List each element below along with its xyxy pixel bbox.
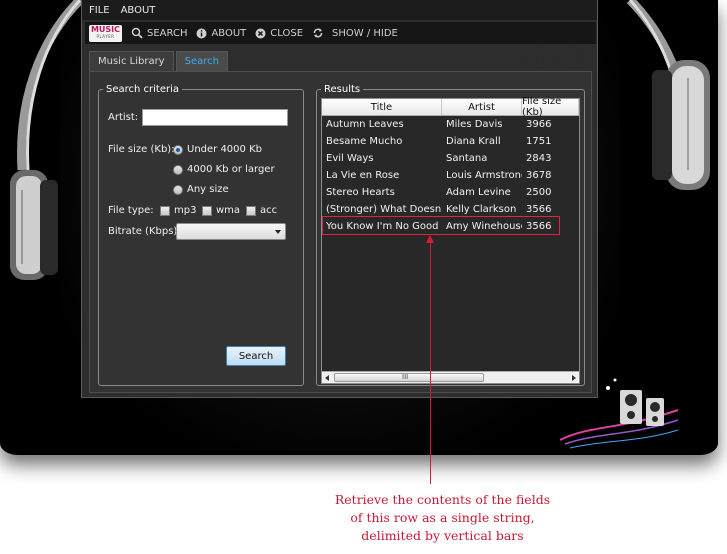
cell-size: 2500 [526,187,552,198]
logo-text-top: MUSIC [90,25,121,34]
cell-artist: Santana [446,153,488,164]
menu-bar: FILE ABOUT [82,0,597,20]
menu-file[interactable]: FILE [89,5,110,16]
checkbox-acc[interactable]: acc [246,205,277,216]
annotation-line-1: Retrieve the contents of the fields [334,492,551,507]
column-header-file-size[interactable]: File size (Kb) [522,96,579,118]
file-size-label: File size (Kb): [108,144,175,155]
file-type-label: File type: [108,205,154,216]
checkbox-icon [160,205,170,216]
scrollbar-grip: III [402,373,409,381]
cell-size: 3966 [526,119,552,130]
cell-artist: Adam Levine [446,187,511,198]
radio-selected-icon [173,144,183,155]
column-header-title[interactable]: Title [322,99,442,115]
svg-text:♪♫♪♫: ♪♫♪♫ [515,43,583,68]
cell-size: 2843 [526,153,552,164]
search-criteria-legend: Search criteria [106,84,180,95]
cell-title: Autumn Leaves [326,119,404,130]
tab-bar: Music Library Search [89,51,228,71]
results-grid: Title Artist File size (Kb) Autumn Leave… [321,96,580,384]
radio-any-size[interactable]: Any size [173,184,229,195]
radio-under-4000[interactable]: Under 4000 Kb [173,144,262,155]
show-hide-toolbar-button[interactable]: SHOW / HIDE [312,27,398,39]
scrollbar-thumb[interactable] [334,373,484,382]
music-notes-decoration: ♪♫♪♫ [515,43,583,68]
checkbox-wma[interactable]: wma [202,205,240,216]
cell-title: (Stronger) What Doesn't K [326,204,442,215]
music-player-logo: MUSIC PLAYER [89,24,122,42]
info-icon [196,28,207,38]
refresh-icon [313,28,323,38]
annotation-callout: Retrieve the contents of the fields of t… [300,491,585,545]
cell-title: Evil Ways [326,153,374,164]
left-headphone-decoration [10,0,84,280]
table-row[interactable]: Stereo Hearts Adam Levine 2500 [322,184,579,201]
toolbar: MUSIC PLAYER SEARCH ABOUT CLOSE SHOW / H… [85,22,596,68]
radio-any-size-label: Any size [187,184,229,195]
checkbox-icon [246,205,256,216]
radio-unselected-icon [173,164,183,175]
annotation-line-3: delimited by vertical bars [361,528,524,543]
logo-text-bottom: PLAYER [96,34,115,39]
scroll-left-arrow-icon[interactable] [325,375,329,381]
table-row[interactable]: Autumn Leaves Miles Davis 3966 [322,116,579,133]
bitrate-select[interactable] [176,223,286,240]
table-row[interactable]: La Vie en Rose Louis Armstrong 3678 [322,167,579,184]
tab-music-library[interactable]: Music Library [89,51,174,71]
about-toolbar-button[interactable]: ABOUT [196,28,246,39]
checkbox-icon [202,205,212,216]
radio-unselected-icon [173,184,183,195]
table-row[interactable]: Besame Mucho Diana Krall 1751 [322,133,579,150]
annotation-arrow-line [430,238,431,484]
search-criteria-group: Search criteria Artist: File size (Kb): … [98,84,304,386]
cell-size: 1751 [526,136,552,147]
cell-artist: Louis Armstrong [446,170,522,181]
cell-artist: Diana Krall [446,136,501,147]
tab-search[interactable]: Search [175,51,228,71]
horizontal-scrollbar[interactable]: III [322,371,579,383]
close-icon [255,28,266,38]
results-group: Results Title Artist File size (Kb) Autu… [316,84,585,386]
search-toolbar-label: SEARCH [147,27,188,39]
checkbox-mp3-label: mp3 [174,205,197,216]
close-toolbar-button[interactable]: CLOSE [255,28,303,39]
checkbox-mp3[interactable]: mp3 [160,205,196,216]
artist-label: Artist: [108,112,139,123]
speakers-decoration [560,378,679,449]
right-headphone-decoration [626,0,710,190]
results-legend: Results [324,84,361,95]
search-toolbar-button[interactable]: SEARCH [131,27,187,39]
close-toolbar-label: CLOSE [270,27,304,39]
checkbox-wma-label: wma [216,205,241,216]
menu-about[interactable]: ABOUT [121,5,156,16]
radio-4000-or-larger[interactable]: 4000 Kb or larger [173,164,275,175]
results-header: Title Artist File size (Kb) [322,96,579,118]
about-toolbar-label: ABOUT [211,27,247,39]
cell-title: Stereo Hearts [326,187,395,198]
checkbox-acc-label: acc [260,205,278,216]
artist-input[interactable] [142,109,288,126]
chevron-down-icon [275,230,281,234]
cell-title: La Vie en Rose [326,170,400,181]
table-row[interactable]: Evil Ways Santana 2843 [322,150,579,167]
cell-artist: Miles Davis [446,119,503,130]
search-button[interactable]: Search [226,346,286,366]
highlighted-row-outline [322,216,560,235]
search-icon [131,27,143,39]
radio-4000-or-larger-label: 4000 Kb or larger [187,164,275,175]
annotation-line-2: of this row as a single string, [350,510,535,525]
bitrate-label: Bitrate (Kbps): [108,226,181,237]
cell-size: 3566 [526,204,552,215]
column-header-artist[interactable]: Artist [442,99,522,115]
show-hide-toolbar-label: SHOW / HIDE [332,27,398,39]
cell-artist: Kelly Clarkson [446,204,517,215]
cell-size: 3678 [526,170,552,181]
radio-under-4000-label: Under 4000 Kb [187,144,262,155]
music-player-window: FILE ABOUT MUSIC PLAYER SEARCH ABOUT CLO… [81,0,598,398]
cell-title: Besame Mucho [326,136,403,147]
